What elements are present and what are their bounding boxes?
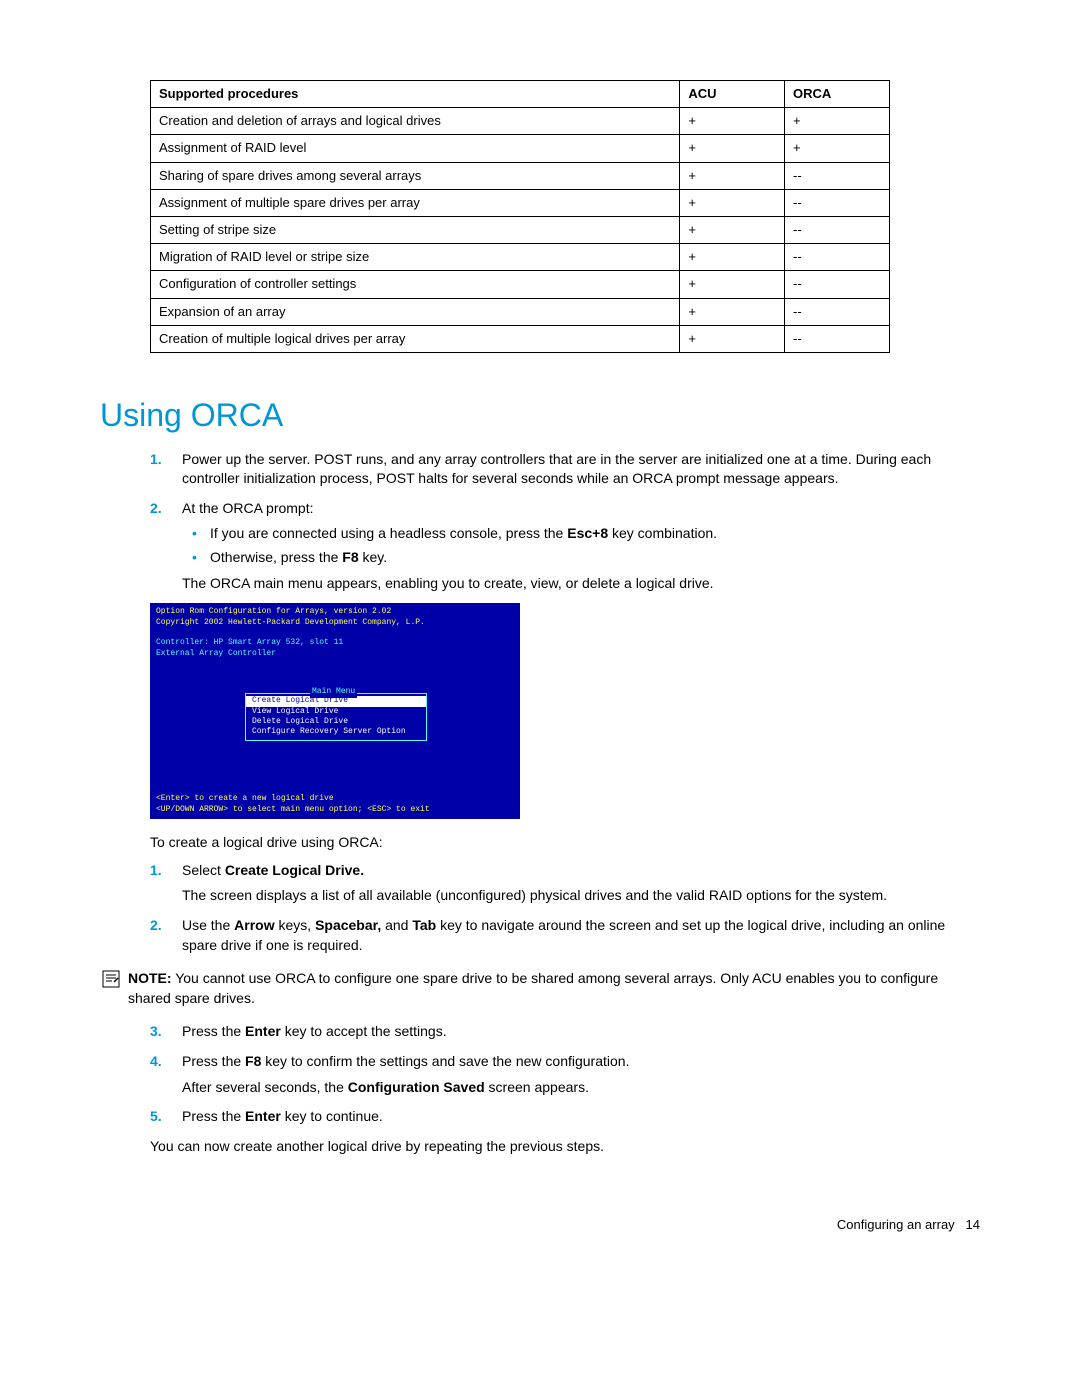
cell-proc: Assignment of RAID level	[151, 135, 680, 162]
cstep-5: 5. Press the Enter key to continue.	[150, 1107, 980, 1127]
shot-menu-delete: Delete Logical Drive	[246, 717, 426, 727]
cell-proc: Migration of RAID level or stripe size	[151, 244, 680, 271]
step-2-lead: At the ORCA prompt:	[182, 500, 314, 516]
cell-proc: Creation of multiple logical drives per …	[151, 325, 680, 352]
cell-acu: +	[680, 325, 785, 352]
table-row: Creation and deletion of arrays and logi…	[151, 108, 890, 135]
closing-text: You can now create another logical drive…	[150, 1137, 980, 1157]
cstep-4-after: After several seconds, the Configuration…	[182, 1078, 980, 1098]
cell-acu: +	[680, 271, 785, 298]
supported-procedures-table: Supported procedures ACU ORCA Creation a…	[150, 80, 890, 353]
table-row: Migration of RAID level or stripe size+-…	[151, 244, 890, 271]
step-2-bullets: If you are connected using a headless co…	[182, 524, 980, 567]
shot-line3: Controller: HP Smart Array 532, slot 11	[156, 638, 514, 648]
cstep-1: 1. Select Create Logical Drive. The scre…	[150, 861, 980, 906]
bullet-f8: Otherwise, press the F8 key.	[210, 548, 980, 568]
cell-orca: --	[785, 271, 890, 298]
cell-orca: --	[785, 298, 890, 325]
table-row: Assignment of multiple spare drives per …	[151, 189, 890, 216]
cell-proc: Configuration of controller settings	[151, 271, 680, 298]
step-number: 5.	[150, 1107, 162, 1127]
table-row: Expansion of an array+--	[151, 298, 890, 325]
step-number: 1.	[150, 861, 162, 881]
step-2-after: The ORCA main menu appears, enabling you…	[182, 574, 980, 594]
step-number: 1.	[150, 450, 162, 470]
cell-proc: Expansion of an array	[151, 298, 680, 325]
shot-menu-title: Main Menu	[310, 687, 357, 697]
cell-orca: --	[785, 216, 890, 243]
cell-orca: --	[785, 325, 890, 352]
cstep-3: 3. Press the Enter key to accept the set…	[150, 1022, 980, 1042]
shot-menu-view: View Logical Drive	[246, 707, 426, 717]
section-heading-using-orca: Using ORCA	[100, 393, 980, 438]
table-row: Setting of stripe size+--	[151, 216, 890, 243]
proc-table-body: Creation and deletion of arrays and logi…	[151, 108, 890, 353]
shot-line1: Option Rom Configuration for Arrays, ver…	[156, 607, 514, 617]
cell-orca: --	[785, 244, 890, 271]
cstep-2: 2. Use the Arrow keys, Spacebar, and Tab…	[150, 916, 980, 955]
create-steps-list-2: 3. Press the Enter key to accept the set…	[100, 1022, 980, 1126]
table-row: Sharing of spare drives among several ar…	[151, 162, 890, 189]
cell-proc: Setting of stripe size	[151, 216, 680, 243]
cell-orca: --	[785, 162, 890, 189]
th-proc: Supported procedures	[151, 81, 680, 108]
cell-orca: --	[785, 189, 890, 216]
note-block: NOTE: You cannot use ORCA to configure o…	[100, 969, 980, 1008]
cell-acu: +	[680, 189, 785, 216]
note-icon	[100, 969, 122, 992]
cell-acu: +	[680, 298, 785, 325]
step-number: 2.	[150, 499, 162, 519]
shot-menu-recovery: Configure Recovery Server Option	[246, 727, 426, 737]
step-2: 2. At the ORCA prompt: If you are connec…	[150, 499, 980, 593]
bullet-esc8: If you are connected using a headless co…	[210, 524, 980, 544]
step-1-text: Power up the server. POST runs, and any …	[182, 451, 931, 487]
th-acu: ACU	[680, 81, 785, 108]
shot-menu: Main Menu Create Logical Drive View Logi…	[245, 693, 427, 741]
cstep-4: 4. Press the F8 key to confirm the setti…	[150, 1052, 980, 1097]
table-row: Configuration of controller settings+--	[151, 271, 890, 298]
th-orca: ORCA	[785, 81, 890, 108]
shot-bottom: <Enter> to create a new logical drive <U…	[156, 794, 430, 815]
orca-steps-list: 1. Power up the server. POST runs, and a…	[100, 450, 980, 594]
table-row: Creation of multiple logical drives per …	[151, 325, 890, 352]
shot-line4: External Array Controller	[156, 649, 514, 659]
page-footer: Configuring an array 14	[100, 1216, 980, 1234]
cell-acu: +	[680, 162, 785, 189]
cell-orca: +	[785, 108, 890, 135]
note-text: NOTE: You cannot use ORCA to configure o…	[128, 969, 980, 1008]
cell-proc: Sharing of spare drives among several ar…	[151, 162, 680, 189]
cell-orca: +	[785, 135, 890, 162]
cell-acu: +	[680, 108, 785, 135]
table-row: Assignment of RAID level++	[151, 135, 890, 162]
create-intro: To create a logical drive using ORCA:	[150, 833, 980, 853]
cell-acu: +	[680, 244, 785, 271]
cell-proc: Creation and deletion of arrays and logi…	[151, 108, 680, 135]
step-number: 4.	[150, 1052, 162, 1072]
cell-proc: Assignment of multiple spare drives per …	[151, 189, 680, 216]
step-number: 3.	[150, 1022, 162, 1042]
shot-menu-create: Create Logical Drive	[246, 696, 426, 706]
cell-acu: +	[680, 135, 785, 162]
cell-acu: +	[680, 216, 785, 243]
create-steps-list: 1. Select Create Logical Drive. The scre…	[100, 861, 980, 955]
orca-screenshot: Option Rom Configuration for Arrays, ver…	[150, 603, 520, 819]
step-number: 2.	[150, 916, 162, 936]
cstep-1-after: The screen displays a list of all availa…	[182, 886, 980, 906]
shot-line2: Copyright 2002 Hewlett-Packard Developme…	[156, 618, 514, 628]
step-1: 1. Power up the server. POST runs, and a…	[150, 450, 980, 489]
